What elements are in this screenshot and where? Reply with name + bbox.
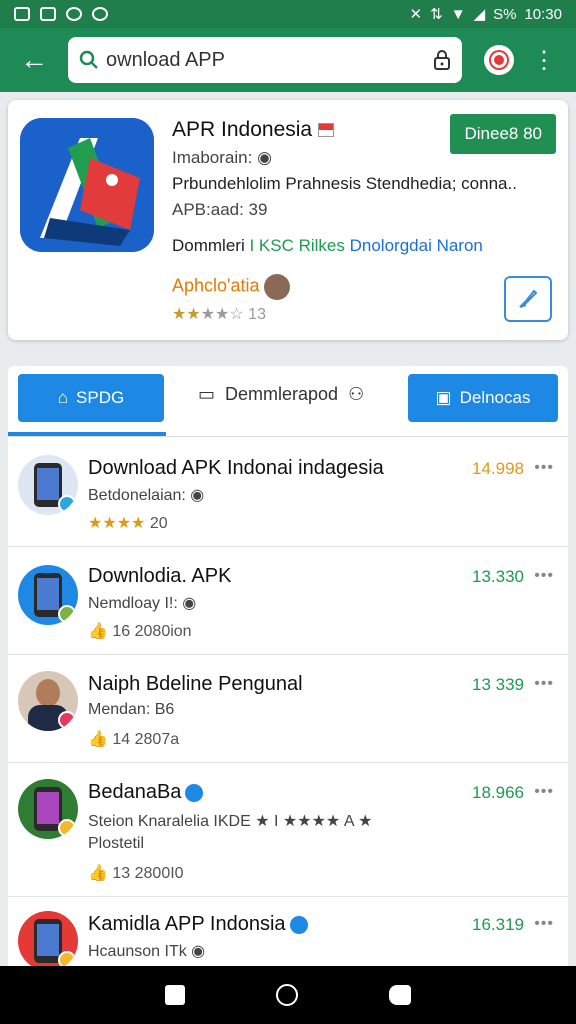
- system-nav-bar: [0, 966, 576, 1024]
- back-arrow-icon[interactable]: ←: [12, 38, 56, 82]
- price: 13.330: [472, 567, 524, 586]
- publisher-line: Imaborain: ◉: [172, 148, 272, 167]
- sync-icon: [66, 7, 82, 21]
- app-icon: [18, 911, 78, 971]
- app-icon: [18, 779, 78, 839]
- price: 14.998: [472, 459, 524, 478]
- lock-icon[interactable]: [432, 49, 452, 71]
- list-item[interactable]: Download APK Indonai indagesia Betdonela…: [8, 437, 568, 547]
- gallery-icon: [14, 7, 30, 21]
- record-icon[interactable]: [484, 45, 514, 75]
- more-dots-icon[interactable]: •••: [534, 567, 554, 585]
- home-button-icon[interactable]: [275, 984, 298, 1006]
- wifi-icon: ▼: [450, 5, 466, 23]
- status-bar: ✕ ⇅ ▼ ◢ S% 10:30: [0, 0, 576, 28]
- more-dots-icon[interactable]: •••: [534, 783, 554, 801]
- tab-bar: ⌂ SPDG ▭ Demmlerapod ⚇ ▣ Delnocas: [8, 366, 568, 436]
- vibrate-icon: ⇅: [430, 6, 443, 23]
- search-icon: [79, 50, 98, 69]
- price: 16.319: [472, 915, 524, 934]
- rating-line: ★★★★☆ 13: [172, 306, 266, 323]
- more-options-icon[interactable]: ⋮: [532, 46, 556, 75]
- image-icon: [40, 7, 56, 21]
- info-icon: ◉: [257, 148, 272, 167]
- mute-icon: ✕: [409, 6, 423, 23]
- tab-details[interactable]: ▣ Delnocas: [408, 374, 558, 422]
- message-icon: ▭: [198, 384, 216, 404]
- tab-apps[interactable]: ⌂ SPDG: [18, 374, 164, 422]
- share-icon[interactable]: [504, 276, 552, 322]
- flag-icon: [317, 123, 334, 138]
- verified-icon: [289, 915, 308, 934]
- person-avatar: [18, 671, 78, 731]
- battery-text: S%: [493, 5, 517, 23]
- app-notification-icon: [92, 7, 108, 21]
- recents-icon[interactable]: [165, 985, 186, 1005]
- list-item[interactable]: Naiph Bdeline Pengunal Mendan: B6 👍 14 2…: [8, 655, 568, 763]
- search-input[interactable]: ownload APP: [106, 49, 432, 72]
- app-description: Prbundehlolim Prahnesis Stendhedia; conn…: [172, 174, 517, 193]
- downloads-line: Dommleri I KSC Rilkes Dnolorgdai Naron: [172, 236, 483, 255]
- app-size: APB:aad: 39: [172, 200, 268, 219]
- back-button-icon[interactable]: [388, 985, 411, 1005]
- list-item[interactable]: Kamidla APP Indonsia Hcaunson ITk ◉ 16.3…: [8, 897, 568, 971]
- author-avatar: [263, 274, 290, 300]
- price: 18.966: [472, 783, 524, 802]
- app-logo: [20, 118, 154, 252]
- more-dots-icon[interactable]: •••: [534, 459, 554, 477]
- app-title: APR Indonesia: [172, 118, 334, 142]
- star-rating-icon: ★★: [172, 306, 201, 323]
- more-dots-icon[interactable]: •••: [534, 675, 554, 693]
- person-icon: ⚇: [348, 384, 365, 404]
- more-dots-icon[interactable]: •••: [534, 915, 554, 933]
- signal-icon: ◢: [473, 6, 486, 23]
- install-badge-button[interactable]: Dinee8 80: [450, 114, 556, 154]
- list-item[interactable]: BedanaBa Steion Knaralelia IKDE ★ I ★★★★…: [8, 763, 568, 897]
- author-line: Aphclo'atia: [172, 274, 290, 300]
- featured-app-card[interactable]: APR Indonesia Dinee8 80 Imaborain: ◉ Prb…: [8, 100, 568, 340]
- clock: 10:30: [524, 5, 562, 23]
- verified-icon: [185, 783, 204, 802]
- app-bar: ← ownload APP ⋮: [0, 28, 576, 92]
- app-list: Download APK Indonai indagesia Betdonela…: [8, 436, 568, 971]
- search-field[interactable]: ownload APP: [68, 37, 462, 83]
- app-icon: [18, 455, 78, 515]
- square-icon: ▣: [435, 388, 452, 407]
- list-item[interactable]: Downlodia. APK Nemdloay I!: ◉ 👍 16 2080i…: [8, 547, 568, 655]
- price: 13 339: [472, 675, 524, 694]
- app-icon: [18, 565, 78, 625]
- tab-downloaded[interactable]: ▭ Demmlerapod ⚇: [198, 384, 364, 405]
- home-icon: ⌂: [57, 388, 69, 407]
